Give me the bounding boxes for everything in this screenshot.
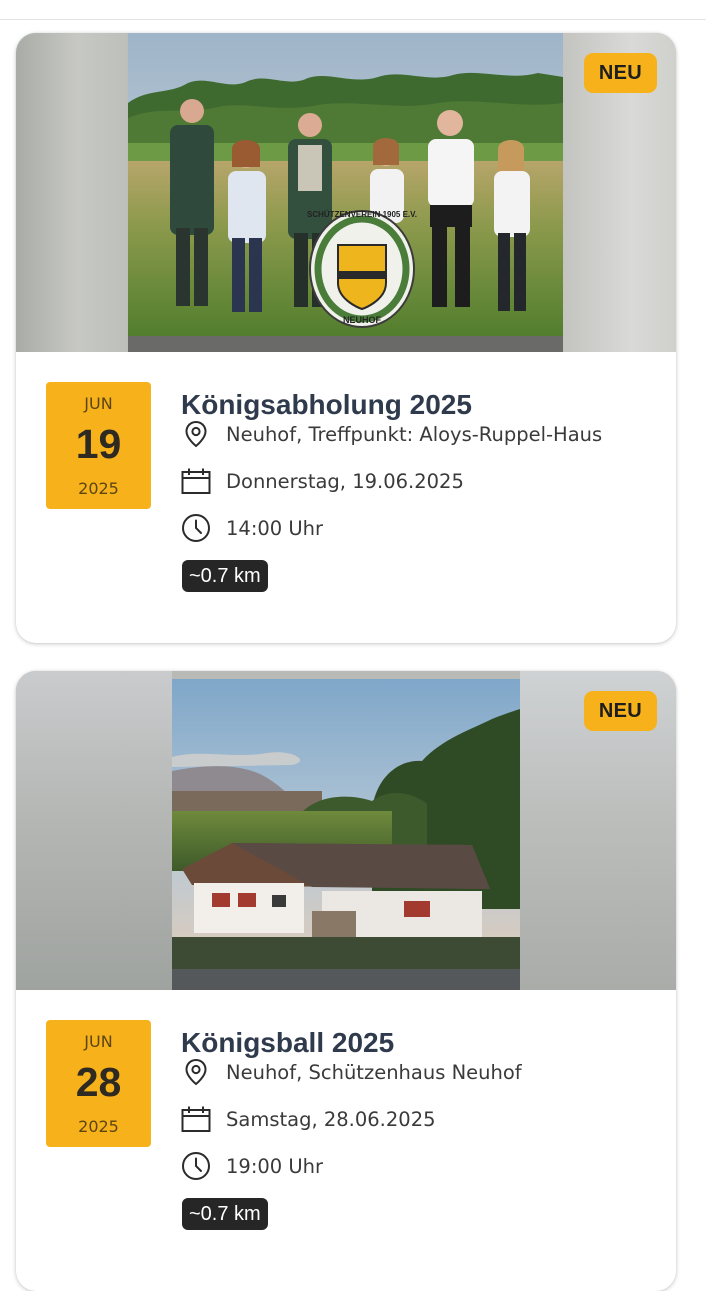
map-pin-icon [181, 419, 211, 449]
clock-icon [181, 513, 211, 543]
event-date: Samstag, 28.06.2025 [181, 1104, 436, 1134]
svg-text:NEUHOF: NEUHOF [343, 315, 382, 325]
distance-badge: ~0.7 km [182, 1198, 268, 1230]
aerial-photo [172, 679, 520, 990]
svg-text:SCHÜTZENVEREIN 1905 E.V.: SCHÜTZENVEREIN 1905 E.V. [307, 210, 417, 219]
date-year: 2025 [78, 1117, 119, 1136]
new-badge: NEU [583, 53, 657, 93]
location-text: Neuhof, Schützenhaus Neuhof [226, 1060, 522, 1084]
clock-icon [181, 1151, 211, 1181]
event-image[interactable]: SCHÜTZENVEREIN 1905 E.V. NEUHOF NEU [16, 33, 676, 352]
date-day: 19 [75, 421, 122, 467]
time-text: 14:00 Uhr [226, 516, 324, 540]
event-details: JUN 19 2025 Königsabholung 2025 Neuhof, … [16, 352, 676, 643]
event-card[interactable]: NEU JUN 28 2025 Königsball 2025 Neuhof, … [16, 671, 676, 1291]
distance-badge: ~0.7 km [182, 560, 268, 592]
group-photo: SCHÜTZENVEREIN 1905 E.V. NEUHOF [128, 33, 563, 352]
event-location: Neuhof, Treffpunkt: Aloys-Ruppel-Haus [181, 419, 602, 449]
date-month: JUN [84, 1032, 113, 1051]
event-image[interactable]: NEU [16, 671, 676, 990]
calendar-icon [181, 1104, 211, 1134]
event-location: Neuhof, Schützenhaus Neuhof [181, 1057, 522, 1087]
date-box: JUN 19 2025 [46, 382, 151, 509]
date-text: Samstag, 28.06.2025 [226, 1107, 436, 1131]
date-month: JUN [84, 394, 113, 413]
event-details: JUN 28 2025 Königsball 2025 Neuhof, Schü… [16, 990, 676, 1281]
date-text: Donnerstag, 19.06.2025 [226, 469, 464, 493]
event-time: 19:00 Uhr [181, 1151, 323, 1181]
new-badge: NEU [583, 691, 657, 731]
calendar-icon [181, 466, 211, 496]
image-blur-left [16, 671, 172, 990]
house [182, 843, 490, 941]
event-date: Donnerstag, 19.06.2025 [181, 466, 464, 496]
date-year: 2025 [78, 479, 119, 498]
time-text: 19:00 Uhr [226, 1154, 324, 1178]
event-card[interactable]: SCHÜTZENVEREIN 1905 E.V. NEUHOF NEU JUN … [16, 33, 676, 643]
image-blur-left [16, 33, 128, 352]
header-divider [0, 19, 706, 20]
date-day: 28 [75, 1059, 122, 1105]
location-text: Neuhof, Treffpunkt: Aloys-Ruppel-Haus [226, 422, 603, 446]
date-box: JUN 28 2025 [46, 1020, 151, 1147]
map-pin-icon [181, 1057, 211, 1087]
event-time: 14:00 Uhr [181, 513, 323, 543]
